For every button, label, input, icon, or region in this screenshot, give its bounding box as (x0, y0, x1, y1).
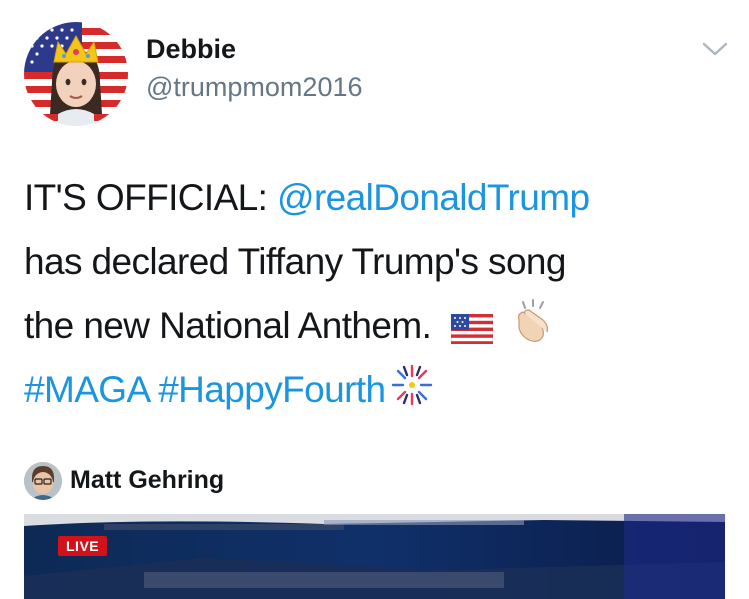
fireworks-emoji-icon (389, 364, 435, 408)
tweet-text: IT'S OFFICIAL: @realDonaldTrump has decl… (24, 166, 724, 422)
user-handle[interactable]: @trumpmom2016 (146, 72, 363, 103)
live-badge: LIVE (58, 536, 108, 556)
tweet-text-segment: IT'S OFFICIAL: (24, 177, 277, 218)
tweet-header: Debbie @trumpmom2016 (0, 0, 749, 130)
quoted-user-name[interactable]: Matt Gehring (70, 466, 224, 495)
hashtag-link-maga[interactable]: #MAGA (24, 369, 149, 410)
video-thumbnail[interactable]: LIVE (24, 514, 725, 599)
tweet-line-4: #MAGA #HappyFourth (24, 358, 724, 422)
princess-emoji-icon (24, 22, 128, 126)
tweet-text-segment: the new National Anthem. (24, 305, 432, 346)
tweet-text-segment: has declared Tiffany Trump's song (24, 241, 566, 282)
chevron-down-icon[interactable] (700, 38, 730, 60)
tweet-line-2: has declared Tiffany Trump's song (24, 230, 724, 294)
tweet-line-1: IT'S OFFICIAL: @realDonaldTrump (24, 166, 724, 230)
hashtag-link-happyfourth[interactable]: #HappyFourth (158, 369, 386, 410)
tweet-line-3: the new National Anthem. (24, 294, 724, 358)
avatar[interactable] (24, 22, 128, 126)
quoted-user-avatar[interactable] (24, 462, 62, 500)
clapping-hands-emoji-icon (509, 299, 555, 344)
us-flag-emoji-icon (450, 314, 493, 344)
display-name[interactable]: Debbie (146, 34, 236, 65)
mention-link[interactable]: @realDonaldTrump (277, 177, 590, 218)
